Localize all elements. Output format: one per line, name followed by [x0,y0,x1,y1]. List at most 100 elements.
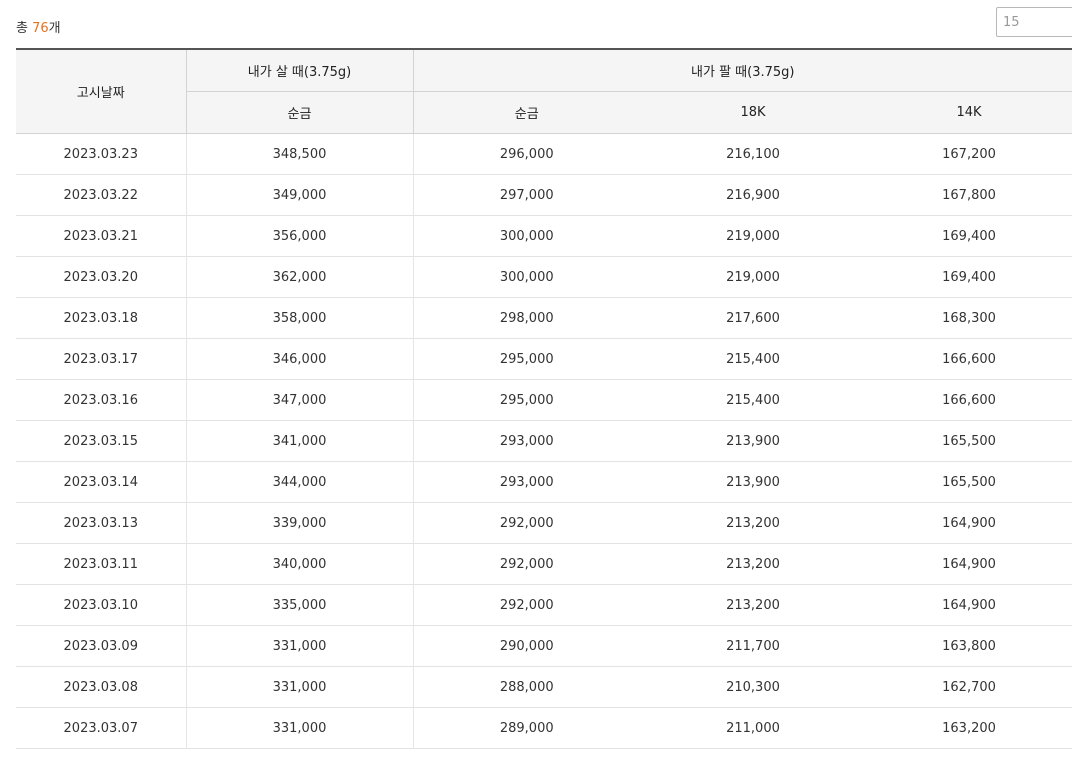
cell-sell-18k: 216,100 [640,133,866,175]
header-sell-pure: 순금 [413,91,640,134]
cell-sell-14k: 163,800 [866,625,1072,667]
cell-buy-pure: 331,000 [186,707,414,749]
cell-date: 2023.03.08 [16,666,187,708]
header-sell-18k: 18K [640,91,866,134]
cell-sell-pure: 296,000 [413,133,640,175]
table-row: 2023.03.21 356,000 300,000 219,000 169,400 [16,215,1072,257]
header-sell-14k: 14K [866,91,1072,134]
cell-buy-pure: 346,000 [186,338,414,380]
cell-sell-pure: 295,000 [413,338,640,380]
per-page-input[interactable] [996,7,1072,37]
cell-date: 2023.03.18 [16,297,187,339]
cell-sell-18k: 213,200 [640,543,866,585]
cell-buy-pure: 348,500 [186,133,414,175]
cell-sell-pure: 298,000 [413,297,640,339]
cell-sell-pure: 290,000 [413,625,640,667]
table-row: 2023.03.10 335,000 292,000 213,200 164,900 [16,584,1072,626]
cell-buy-pure: 356,000 [186,215,414,257]
cell-sell-14k: 169,400 [866,256,1072,298]
total-count-label: 총 76개 [16,17,61,36]
header-date: 고시날짜 [16,48,187,134]
cell-buy-pure: 344,000 [186,461,414,503]
cell-sell-14k: 162,700 [866,666,1072,708]
cell-date: 2023.03.20 [16,256,187,298]
cell-buy-pure: 335,000 [186,584,414,626]
cell-date: 2023.03.09 [16,625,187,667]
cell-buy-pure: 340,000 [186,543,414,585]
cell-sell-14k: 163,200 [866,707,1072,749]
table-row: 2023.03.08 331,000 288,000 210,300 162,700 [16,666,1072,708]
table-row: 2023.03.13 339,000 292,000 213,200 164,900 [16,502,1072,544]
table-row: 2023.03.15 341,000 293,000 213,900 165,500 [16,420,1072,462]
cell-buy-pure: 362,000 [186,256,414,298]
cell-sell-18k: 213,900 [640,461,866,503]
table-row: 2023.03.22 349,000 297,000 216,900 167,800 [16,174,1072,216]
cell-date: 2023.03.21 [16,215,187,257]
cell-sell-pure: 293,000 [413,461,640,503]
cell-sell-pure: 292,000 [413,502,640,544]
cell-sell-18k: 210,300 [640,666,866,708]
cell-sell-pure: 300,000 [413,256,640,298]
cell-date: 2023.03.11 [16,543,187,585]
cell-sell-14k: 164,900 [866,543,1072,585]
cell-date: 2023.03.23 [16,133,187,175]
cell-date: 2023.03.17 [16,338,187,380]
total-count: 76 [32,21,49,36]
cell-sell-18k: 215,400 [640,338,866,380]
cell-date: 2023.03.07 [16,707,187,749]
header-buy-pure: 순금 [186,91,414,134]
total-suffix: 개 [48,21,61,36]
table-row: 2023.03.18 358,000 298,000 217,600 168,300 [16,297,1072,339]
cell-sell-18k: 213,200 [640,584,866,626]
cell-date: 2023.03.13 [16,502,187,544]
cell-buy-pure: 358,000 [186,297,414,339]
table-row: 2023.03.17 346,000 295,000 215,400 166,600 [16,338,1072,380]
cell-sell-18k: 211,700 [640,625,866,667]
cell-buy-pure: 331,000 [186,666,414,708]
header-sell-group: 내가 팔 때(3.75g) [413,48,1072,92]
header-buy-group: 내가 살 때(3.75g) [186,48,414,92]
cell-sell-pure: 292,000 [413,584,640,626]
cell-sell-18k: 217,600 [640,297,866,339]
table-row: 2023.03.09 331,000 290,000 211,700 163,800 [16,625,1072,667]
cell-date: 2023.03.22 [16,174,187,216]
cell-sell-14k: 167,200 [866,133,1072,175]
cell-sell-14k: 167,800 [866,174,1072,216]
cell-sell-pure: 293,000 [413,420,640,462]
table-toolbar: 총 76개 [16,0,1072,48]
table-row: 2023.03.11 340,000 292,000 213,200 164,900 [16,543,1072,585]
cell-date: 2023.03.14 [16,461,187,503]
table-row: 2023.03.23 348,500 296,000 216,100 167,200 [16,133,1072,175]
table-row: 2023.03.20 362,000 300,000 219,000 169,400 [16,256,1072,298]
table-row: 2023.03.14 344,000 293,000 213,900 165,500 [16,461,1072,503]
cell-date: 2023.03.16 [16,379,187,421]
cell-sell-pure: 288,000 [413,666,640,708]
cell-sell-14k: 164,900 [866,502,1072,544]
cell-sell-14k: 164,900 [866,584,1072,626]
cell-sell-14k: 166,600 [866,338,1072,380]
cell-sell-18k: 215,400 [640,379,866,421]
cell-sell-pure: 300,000 [413,215,640,257]
cell-date: 2023.03.10 [16,584,187,626]
cell-sell-14k: 165,500 [866,420,1072,462]
cell-sell-18k: 213,900 [640,420,866,462]
cell-sell-18k: 213,200 [640,502,866,544]
header-row-group: 고시날짜 내가 살 때(3.75g) 내가 팔 때(3.75g) [16,48,1072,134]
cell-sell-14k: 169,400 [866,215,1072,257]
cell-sell-18k: 219,000 [640,215,866,257]
cell-sell-pure: 297,000 [413,174,640,216]
table-row: 2023.03.07 331,000 289,000 211,000 163,200 [16,707,1072,749]
cell-sell-18k: 219,000 [640,256,866,298]
total-prefix: 총 [16,21,33,36]
price-table-body: 2023.03.23 348,500 296,000 216,100 167,200 20… [16,133,1072,749]
cell-sell-pure: 289,000 [413,707,640,749]
cell-sell-14k: 168,300 [866,297,1072,339]
cell-date: 2023.03.15 [16,420,187,462]
cell-buy-pure: 331,000 [186,625,414,667]
cell-sell-pure: 295,000 [413,379,640,421]
table-row: 2023.03.16 347,000 295,000 215,400 166,600 [16,379,1072,421]
cell-buy-pure: 339,000 [186,502,414,544]
cell-sell-18k: 211,000 [640,707,866,749]
cell-buy-pure: 349,000 [186,174,414,216]
cell-sell-18k: 216,900 [640,174,866,216]
